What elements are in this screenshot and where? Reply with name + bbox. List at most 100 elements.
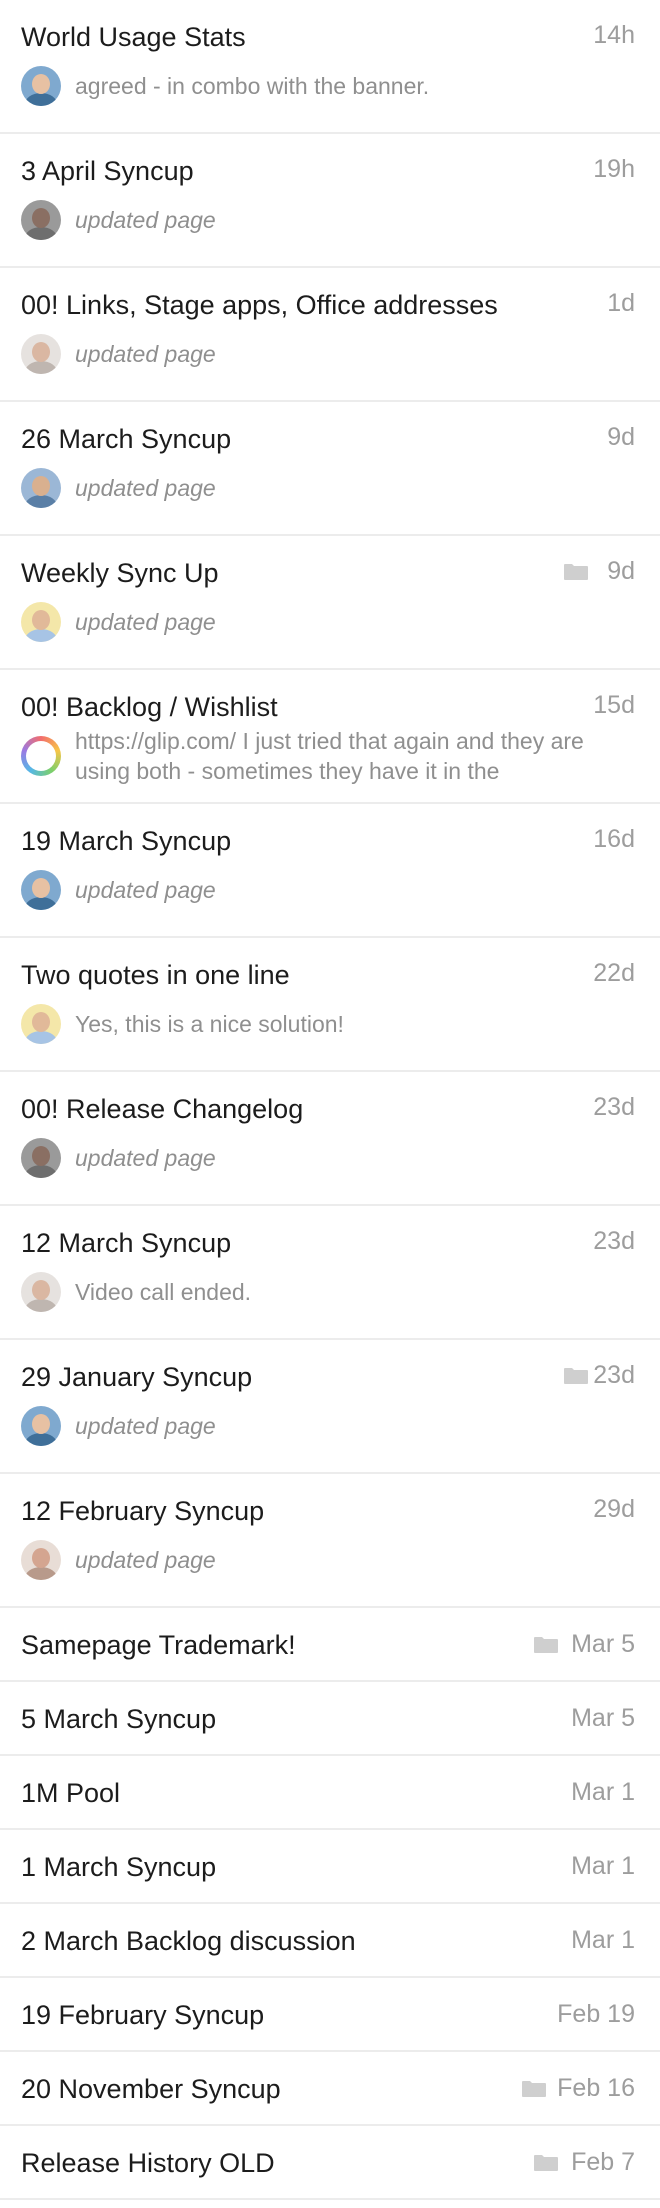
conversation-time: Mar 5 — [571, 1630, 635, 1658]
conversation-title: 20 November Syncup — [21, 2074, 281, 2104]
avatar-shoulders — [25, 1567, 57, 1580]
avatar-icon — [21, 1406, 61, 1446]
folder-icon — [564, 564, 588, 580]
avatar-shoulders — [25, 1299, 57, 1312]
avatar-face — [32, 610, 50, 630]
conversation-row[interactable]: 5 March Syncup Mar 5 — [0, 1682, 660, 1756]
avatar-icon — [21, 200, 61, 240]
conversation-list: World Usage Stats 14h agreed - in combo wi… — [0, 0, 660, 2200]
conversation-row[interactable]: 12 March Syncup 23d Video call ended. — [0, 1206, 660, 1340]
conversation-time: 1d — [607, 289, 635, 317]
avatar-shoulders — [25, 1433, 57, 1446]
conversation-row[interactable]: 19 February Syncup Feb 19 — [0, 1978, 660, 2052]
avatar-face — [32, 476, 50, 496]
conversation-preview: updated page — [75, 1145, 216, 1171]
conversation-preview: updated page — [75, 475, 216, 501]
conversation-row[interactable]: Two quotes in one line 22d Yes, this is a … — [0, 938, 660, 1072]
conversation-row[interactable]: 2 March Backlog discussion Mar 1 — [0, 1904, 660, 1978]
avatar-shoulders — [25, 1165, 57, 1178]
avatar-shoulders — [25, 93, 57, 106]
conversation-preview: updated page — [75, 207, 216, 233]
conversation-row[interactable]: 1 March Syncup Mar 1 — [0, 1830, 660, 1904]
avatar-icon — [21, 1138, 61, 1178]
conversation-title: 1 March Syncup — [21, 1852, 217, 1882]
conversation-time: 23d — [593, 1227, 635, 1255]
avatar-icon — [21, 1540, 61, 1580]
avatar-shoulders — [25, 495, 57, 508]
conversation-preview: updated page — [75, 1547, 216, 1573]
conversation-row[interactable]: Samepage Trademark! Mar 5 — [0, 1608, 660, 1682]
conversation-row[interactable]: 26 March Syncup 9d updated page — [0, 402, 660, 536]
conversation-title: 29 January Syncup — [21, 1362, 253, 1392]
conversation-row[interactable]: 3 April Syncup 19h updated page — [0, 134, 660, 268]
conversation-time: Feb 7 — [571, 2148, 635, 2176]
conversation-preview: Video call ended. — [75, 1279, 252, 1305]
conversation-time: Mar 1 — [571, 1926, 635, 1954]
avatar-shoulders — [25, 361, 57, 374]
conversation-title: 12 February Syncup — [21, 1496, 265, 1526]
avatar-face — [32, 1548, 50, 1568]
avatar-shoulders — [25, 227, 57, 240]
conversation-time: 29d — [593, 1495, 635, 1523]
avatar-icon — [21, 334, 61, 374]
conversation-title: Two quotes in one line — [21, 960, 290, 990]
folder-icon — [564, 1368, 588, 1384]
avatar-icon — [21, 736, 61, 776]
conversation-row[interactable]: Release History OLD Feb 7 — [0, 2126, 660, 2200]
conversation-time: Feb 19 — [557, 2000, 635, 2028]
conversation-title: 00! Backlog / Wishlist — [21, 692, 278, 722]
conversation-time: Mar 5 — [571, 1704, 635, 1732]
avatar-face — [32, 878, 50, 898]
conversation-time: 19h — [593, 155, 635, 183]
conversation-row[interactable]: 29 January Syncup 23d updated page — [0, 1340, 660, 1474]
conversation-row[interactable]: World Usage Stats 14h agreed - in combo wi… — [0, 0, 660, 134]
conversation-title: 19 March Syncup — [21, 826, 232, 856]
conversation-preview: updated page — [75, 609, 216, 635]
conversation-preview: https://glip.com/ I just tried that agai… — [75, 728, 584, 784]
folder-icon — [534, 1637, 558, 1653]
avatar-shoulders — [25, 897, 57, 910]
conversation-time: Mar 1 — [571, 1778, 635, 1806]
conversation-time: 16d — [593, 825, 635, 853]
conversation-title: 00! Links, Stage apps, Office addresses — [21, 290, 498, 320]
conversation-row[interactable]: 19 March Syncup 16d updated page — [0, 804, 660, 938]
avatar-icon — [21, 66, 61, 106]
avatar-face — [32, 1012, 50, 1032]
conversation-title: 12 March Syncup — [21, 1228, 232, 1258]
conversation-time: 23d — [593, 1093, 635, 1121]
conversation-title: 1M Pool — [21, 1778, 121, 1808]
conversation-row[interactable]: 00! Backlog / Wishlist 15d https://glip.co… — [0, 670, 660, 804]
conversation-time: 23d — [593, 1361, 635, 1389]
avatar-face — [32, 1280, 50, 1300]
conversation-row[interactable]: 00! Release Changelog 23d updated page — [0, 1072, 660, 1206]
folder-icon — [534, 2155, 558, 2171]
conversation-preview: updated page — [75, 877, 216, 903]
conversation-preview: Yes, this is a nice solution! — [75, 1011, 344, 1037]
conversation-title: 26 March Syncup — [21, 424, 232, 454]
avatar-icon — [21, 1272, 61, 1312]
folder-icon — [522, 2081, 546, 2097]
avatar-icon — [21, 602, 61, 642]
conversation-time: 9d — [607, 423, 635, 451]
conversation-row[interactable]: 1M Pool Mar 1 — [0, 1756, 660, 1830]
conversation-title: Release History OLD — [21, 2148, 275, 2178]
avatar-icon — [21, 870, 61, 910]
conversation-title: World Usage Stats — [21, 22, 246, 52]
avatar-face — [32, 1414, 50, 1434]
conversation-title: 5 March Syncup — [21, 1704, 217, 1734]
conversation-time: 9d — [607, 557, 635, 585]
conversation-row[interactable]: 12 February Syncup 29d updated page — [0, 1474, 660, 1608]
conversation-row[interactable]: Weekly Sync Up 9d updated page — [0, 536, 660, 670]
conversation-row[interactable]: 00! Links, Stage apps, Office addresses 1… — [0, 268, 660, 402]
avatar-face — [32, 74, 50, 94]
conversation-title: 2 March Backlog discussion — [21, 1926, 356, 1956]
conversation-time: 22d — [593, 959, 635, 987]
conversation-title: Weekly Sync Up — [21, 558, 219, 588]
avatar-face — [32, 208, 50, 228]
avatar-shoulders — [25, 1031, 57, 1044]
avatar-icon — [21, 1004, 61, 1044]
conversation-time: 14h — [593, 21, 635, 49]
conversation-title: Samepage Trademark! — [21, 1630, 296, 1660]
conversation-row[interactable]: 20 November Syncup Feb 16 — [0, 2052, 660, 2126]
conversation-title: 3 April Syncup — [21, 156, 194, 186]
